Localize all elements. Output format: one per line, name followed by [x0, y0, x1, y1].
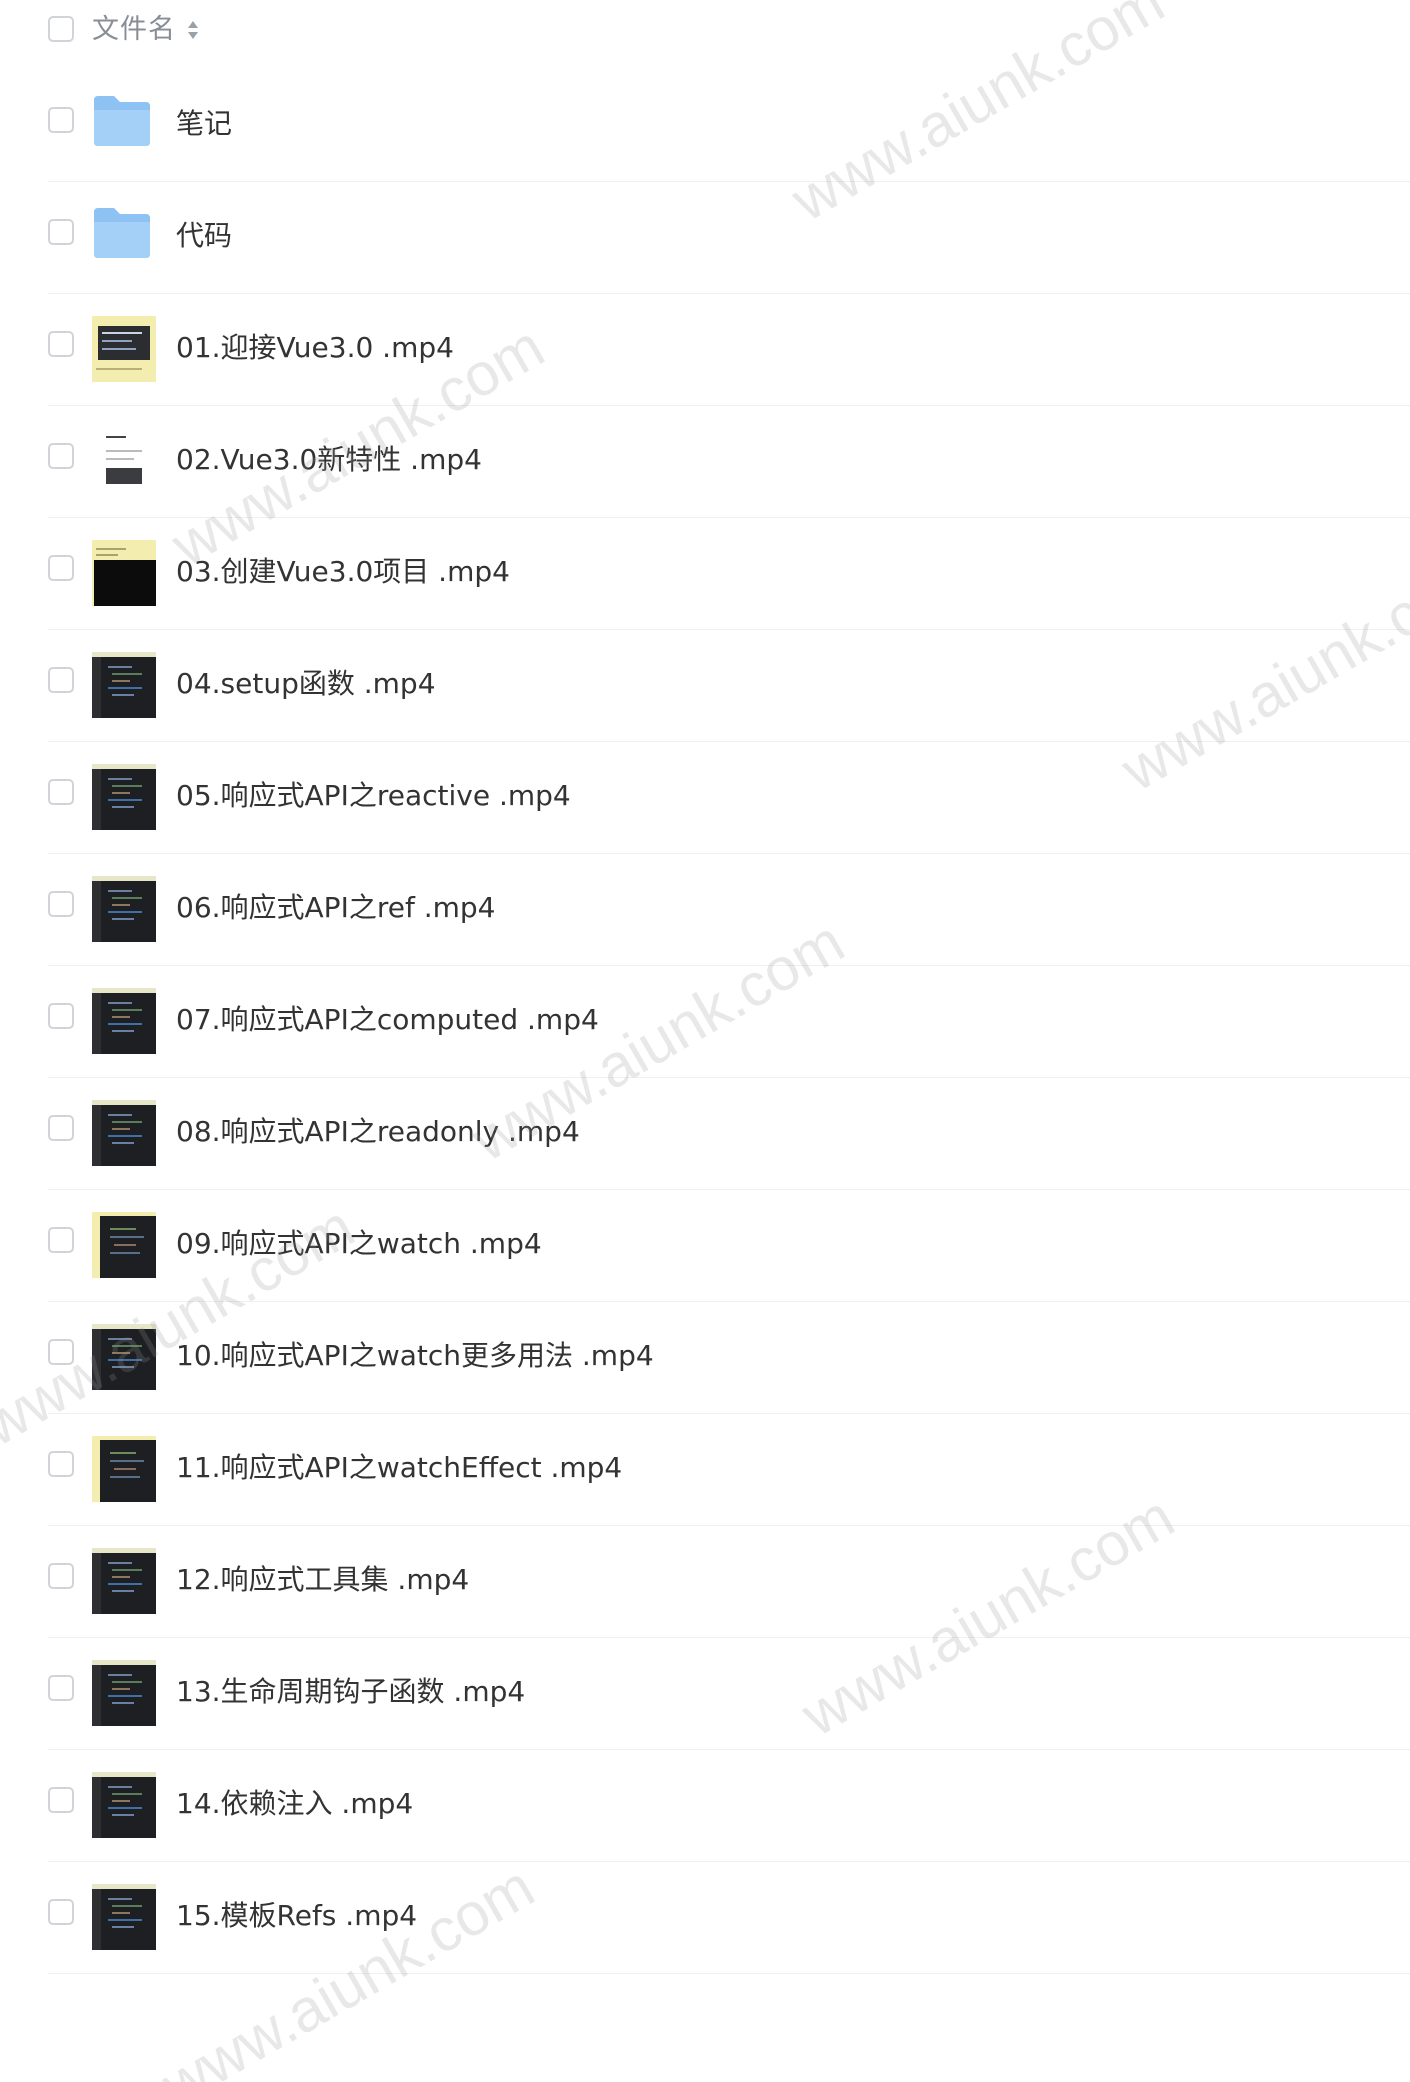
file-row[interactable]: 14.依赖注入 .mp4 — [0, 1750, 1410, 1862]
video-thumbnail — [92, 652, 156, 718]
row-checkbox[interactable] — [48, 667, 74, 693]
file-name[interactable]: 01.迎接Vue3.0 .mp4 — [176, 326, 454, 370]
folder-row[interactable]: 笔记 — [0, 70, 1410, 182]
row-checkbox[interactable] — [48, 1899, 74, 1925]
row-checkbox[interactable] — [48, 779, 74, 805]
file-name[interactable]: 15.模板Refs .mp4 — [176, 1894, 417, 1938]
row-checkbox[interactable] — [48, 891, 74, 917]
select-all-checkbox[interactable] — [48, 16, 74, 42]
list-header: 文件名 — [0, 0, 1410, 58]
row-checkbox[interactable] — [48, 1675, 74, 1701]
video-thumbnail — [92, 316, 156, 382]
file-row[interactable]: 05.响应式API之reactive .mp4 — [0, 742, 1410, 854]
row-checkbox[interactable] — [48, 555, 74, 581]
file-name[interactable]: 代码 — [176, 214, 232, 258]
file-name[interactable]: 08.响应式API之readonly .mp4 — [176, 1110, 580, 1154]
file-row[interactable]: 09.响应式API之watch .mp4 — [0, 1190, 1410, 1302]
file-name[interactable]: 02.Vue3.0新特性 .mp4 — [176, 438, 482, 482]
file-name[interactable]: 11.响应式API之watchEffect .mp4 — [176, 1446, 622, 1490]
file-name[interactable]: 04.setup函数 .mp4 — [176, 662, 436, 706]
file-list-page: 文件名 笔记代码 01.迎接Vue3.0 .mp4 02.Vue3.0新特性 .mp… — [0, 0, 1410, 2082]
row-checkbox[interactable] — [48, 1787, 74, 1813]
file-name[interactable]: 13.生命周期钩子函数 .mp4 — [176, 1670, 525, 1714]
video-thumbnail — [92, 1324, 156, 1390]
file-name[interactable]: 07.响应式API之computed .mp4 — [176, 998, 599, 1042]
video-thumbnail — [92, 876, 156, 942]
file-row[interactable]: 15.模板Refs .mp4 — [0, 1862, 1410, 1974]
video-thumbnail — [92, 1212, 156, 1278]
row-checkbox[interactable] — [48, 1003, 74, 1029]
file-row[interactable]: 06.响应式API之ref .mp4 — [0, 854, 1410, 966]
file-name[interactable]: 笔记 — [176, 102, 232, 146]
sort-icon[interactable] — [186, 17, 200, 43]
file-row[interactable]: 07.响应式API之computed .mp4 — [0, 966, 1410, 1078]
video-thumbnail — [92, 764, 156, 830]
folder-icon — [94, 208, 150, 258]
video-thumbnail — [92, 1884, 156, 1950]
folder-row[interactable]: 代码 — [0, 182, 1410, 294]
video-thumbnail — [92, 1548, 156, 1614]
row-checkbox[interactable] — [48, 1451, 74, 1477]
video-thumbnail — [92, 428, 156, 494]
video-thumbnail — [92, 1100, 156, 1166]
file-row[interactable]: 03.创建Vue3.0项目 .mp4 — [0, 518, 1410, 630]
file-row[interactable]: 02.Vue3.0新特性 .mp4 — [0, 406, 1410, 518]
row-checkbox[interactable] — [48, 443, 74, 469]
file-row[interactable]: 01.迎接Vue3.0 .mp4 — [0, 294, 1410, 406]
row-checkbox[interactable] — [48, 1115, 74, 1141]
column-header-filename[interactable]: 文件名 — [92, 10, 176, 50]
file-name[interactable]: 14.依赖注入 .mp4 — [176, 1782, 413, 1826]
row-checkbox[interactable] — [48, 107, 74, 133]
video-thumbnail — [92, 1436, 156, 1502]
video-thumbnail — [92, 540, 156, 606]
file-row[interactable]: 04.setup函数 .mp4 — [0, 630, 1410, 742]
row-divider — [48, 1973, 1410, 1974]
row-checkbox[interactable] — [48, 1563, 74, 1589]
file-name[interactable]: 05.响应式API之reactive .mp4 — [176, 774, 571, 818]
row-checkbox[interactable] — [48, 1339, 74, 1365]
video-thumbnail — [92, 1660, 156, 1726]
file-name[interactable]: 12.响应式工具集 .mp4 — [176, 1558, 469, 1602]
folder-icon — [94, 96, 150, 146]
file-row[interactable]: 08.响应式API之readonly .mp4 — [0, 1078, 1410, 1190]
file-row[interactable]: 13.生命周期钩子函数 .mp4 — [0, 1638, 1410, 1750]
video-thumbnail — [92, 1772, 156, 1838]
file-name[interactable]: 09.响应式API之watch .mp4 — [176, 1222, 542, 1266]
file-row[interactable]: 11.响应式API之watchEffect .mp4 — [0, 1414, 1410, 1526]
file-name[interactable]: 06.响应式API之ref .mp4 — [176, 886, 495, 930]
file-name[interactable]: 03.创建Vue3.0项目 .mp4 — [176, 550, 510, 594]
video-thumbnail — [92, 988, 156, 1054]
file-row[interactable]: 10.响应式API之watch更多用法 .mp4 — [0, 1302, 1410, 1414]
row-checkbox[interactable] — [48, 1227, 74, 1253]
file-list: 笔记代码 01.迎接Vue3.0 .mp4 02.Vue3.0新特性 .mp4 03.… — [0, 70, 1410, 1974]
row-checkbox[interactable] — [48, 219, 74, 245]
file-row[interactable]: 12.响应式工具集 .mp4 — [0, 1526, 1410, 1638]
file-name[interactable]: 10.响应式API之watch更多用法 .mp4 — [176, 1334, 654, 1378]
row-checkbox[interactable] — [48, 331, 74, 357]
